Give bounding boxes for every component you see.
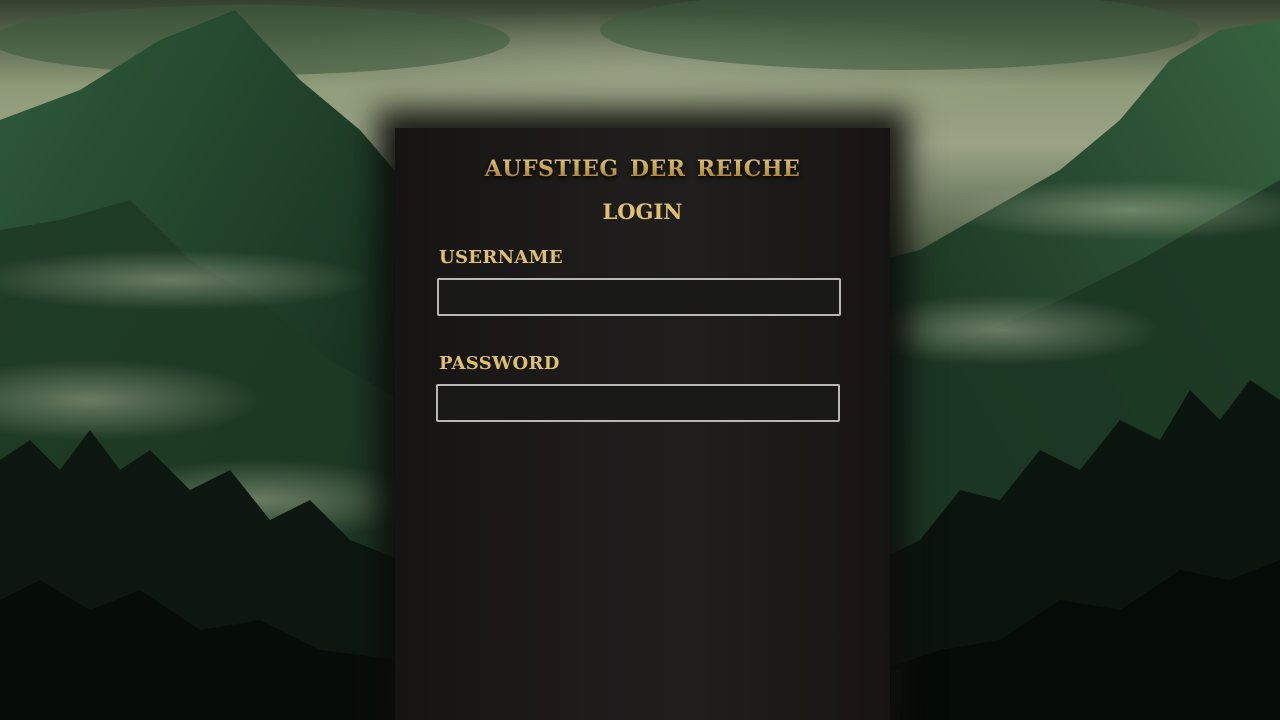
username-label: Username xyxy=(439,240,563,270)
username-field[interactable] xyxy=(437,278,841,316)
login-heading: Login xyxy=(602,192,683,227)
login-panel: Aufstieg der Reiche Login Username Passw… xyxy=(395,128,890,720)
password-field[interactable] xyxy=(436,384,840,422)
password-label: Password xyxy=(439,346,560,376)
game-title: Aufstieg der Reiche xyxy=(395,148,890,184)
